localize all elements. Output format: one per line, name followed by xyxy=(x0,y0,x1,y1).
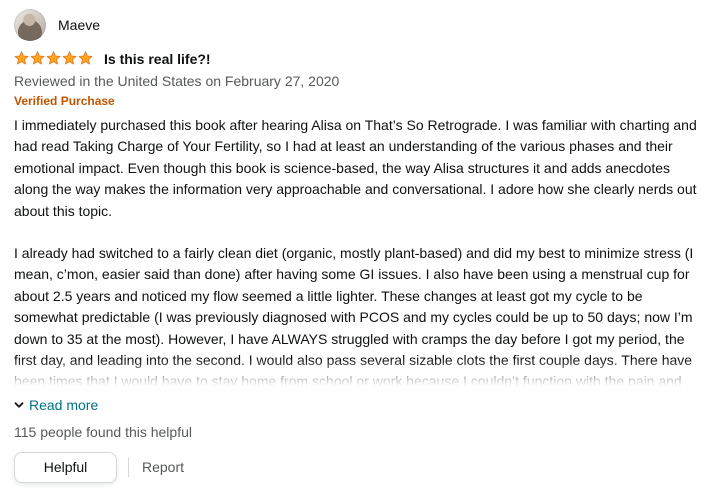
review-header: Is this real life?! xyxy=(14,49,706,69)
reviewer-profile[interactable]: Maeve xyxy=(14,8,706,42)
customer-review: Maeve Is this real life?! Reviewed in th… xyxy=(0,0,720,493)
report-link[interactable]: Report xyxy=(142,459,184,475)
star-icon xyxy=(14,51,29,65)
five-star-rating[interactable] xyxy=(14,51,96,67)
avatar[interactable] xyxy=(14,9,46,41)
review-paragraph: I already had switched to a fairly clean… xyxy=(14,245,694,390)
action-separator xyxy=(128,457,129,477)
review-title[interactable]: Is this real life?! xyxy=(104,49,211,69)
review-actions: Helpful Report xyxy=(14,451,706,483)
read-more-link[interactable]: Read more xyxy=(14,394,98,415)
review-date: Reviewed in the United States on Februar… xyxy=(14,73,340,89)
reviewer-name[interactable]: Maeve xyxy=(58,16,100,34)
star-icon xyxy=(62,51,77,65)
star-icon xyxy=(46,51,61,65)
star-icon xyxy=(78,51,93,65)
read-more-label: Read more xyxy=(29,396,99,413)
helpful-button[interactable]: Helpful xyxy=(14,451,117,483)
star-icon xyxy=(30,51,45,65)
verified-purchase-badge[interactable]: Verified Purchase xyxy=(14,92,706,110)
review-paragraph: I immediately purchased this book after … xyxy=(14,117,697,219)
chevron-down-icon xyxy=(14,401,24,408)
review-body: I immediately purchased this book after … xyxy=(14,115,706,393)
helpful-count: 115 people found this helpful xyxy=(14,424,192,440)
